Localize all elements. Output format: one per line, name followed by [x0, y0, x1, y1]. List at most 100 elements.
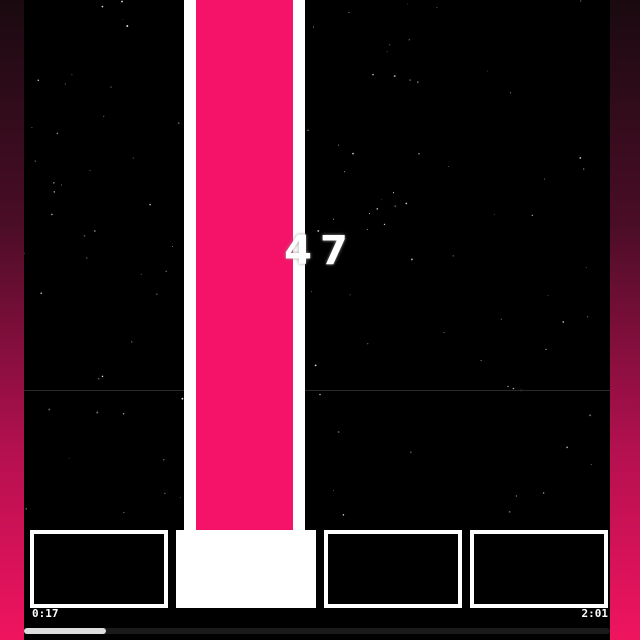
combo-counter: 47 [284, 228, 356, 274]
star [393, 75, 396, 78]
star [337, 144, 340, 146]
star [40, 292, 43, 295]
star [110, 86, 112, 88]
right-side-glow [610, 0, 640, 640]
song-progress-fill [24, 628, 107, 634]
star [156, 293, 158, 295]
star [34, 160, 37, 162]
star [566, 446, 568, 449]
star [392, 192, 395, 194]
star [122, 413, 125, 415]
star [68, 457, 70, 459]
star [448, 165, 450, 167]
star [493, 213, 495, 215]
star [123, 511, 125, 514]
star [53, 191, 55, 193]
star [562, 321, 565, 323]
star [409, 79, 411, 81]
star [96, 411, 99, 414]
game-stage: 47 0:17 2:01 [0, 0, 640, 640]
lane-4-tile[interactable] [470, 530, 608, 608]
star [545, 348, 547, 351]
star [543, 492, 545, 494]
star [61, 184, 63, 186]
star [132, 157, 134, 159]
star [410, 451, 412, 453]
star [56, 132, 58, 135]
star [408, 39, 410, 41]
lane-2-tile[interactable] [176, 530, 316, 608]
star [507, 385, 509, 388]
star [177, 122, 180, 124]
star [48, 408, 51, 411]
song-progress-bar[interactable] [24, 628, 610, 634]
star [368, 213, 370, 215]
star [333, 218, 334, 220]
star [53, 182, 55, 184]
star [25, 508, 27, 510]
star [164, 492, 166, 494]
star [121, 0, 123, 3]
star [97, 377, 100, 380]
hit-zone-divider [24, 390, 610, 391]
star [531, 214, 533, 217]
star [89, 170, 91, 172]
star [500, 318, 503, 321]
star [342, 514, 345, 516]
star [394, 205, 397, 208]
star [337, 431, 340, 433]
star [590, 464, 592, 466]
star [436, 7, 438, 9]
star [31, 127, 33, 129]
star [383, 223, 386, 226]
star [307, 129, 309, 131]
star [583, 168, 585, 170]
star [407, 3, 408, 5]
star [101, 5, 104, 8]
total-time: 2:01 [581, 607, 609, 620]
star [149, 203, 151, 206]
star [344, 171, 346, 173]
star [122, 18, 124, 20]
star [352, 152, 354, 155]
star [372, 73, 374, 76]
star [389, 44, 391, 46]
star [586, 316, 589, 318]
star [547, 295, 549, 297]
star [310, 291, 312, 293]
star [314, 364, 317, 367]
star [508, 511, 511, 513]
star [37, 79, 40, 82]
lane-1-tile[interactable] [30, 530, 168, 608]
star [126, 25, 129, 27]
star [376, 208, 379, 210]
star [443, 331, 445, 333]
star [579, 156, 582, 159]
star [71, 74, 73, 76]
star [349, 294, 351, 296]
star [51, 213, 53, 216]
star [386, 51, 388, 53]
star [131, 341, 133, 343]
star [480, 359, 482, 361]
star [509, 92, 512, 94]
star [589, 414, 592, 417]
star [486, 70, 488, 72]
star [580, 0, 582, 2]
star [333, 489, 334, 491]
lane-3-tile[interactable] [324, 530, 462, 608]
star [515, 495, 518, 497]
star [64, 83, 66, 85]
star [417, 81, 419, 83]
star [543, 178, 546, 180]
star [405, 202, 408, 205]
left-side-glow [0, 0, 24, 640]
star [418, 152, 420, 155]
star [312, 26, 315, 28]
elapsed-time: 0:17 [32, 607, 59, 620]
star [163, 459, 165, 461]
star [103, 115, 105, 118]
star [101, 375, 104, 378]
star [367, 343, 369, 345]
star [319, 393, 321, 396]
